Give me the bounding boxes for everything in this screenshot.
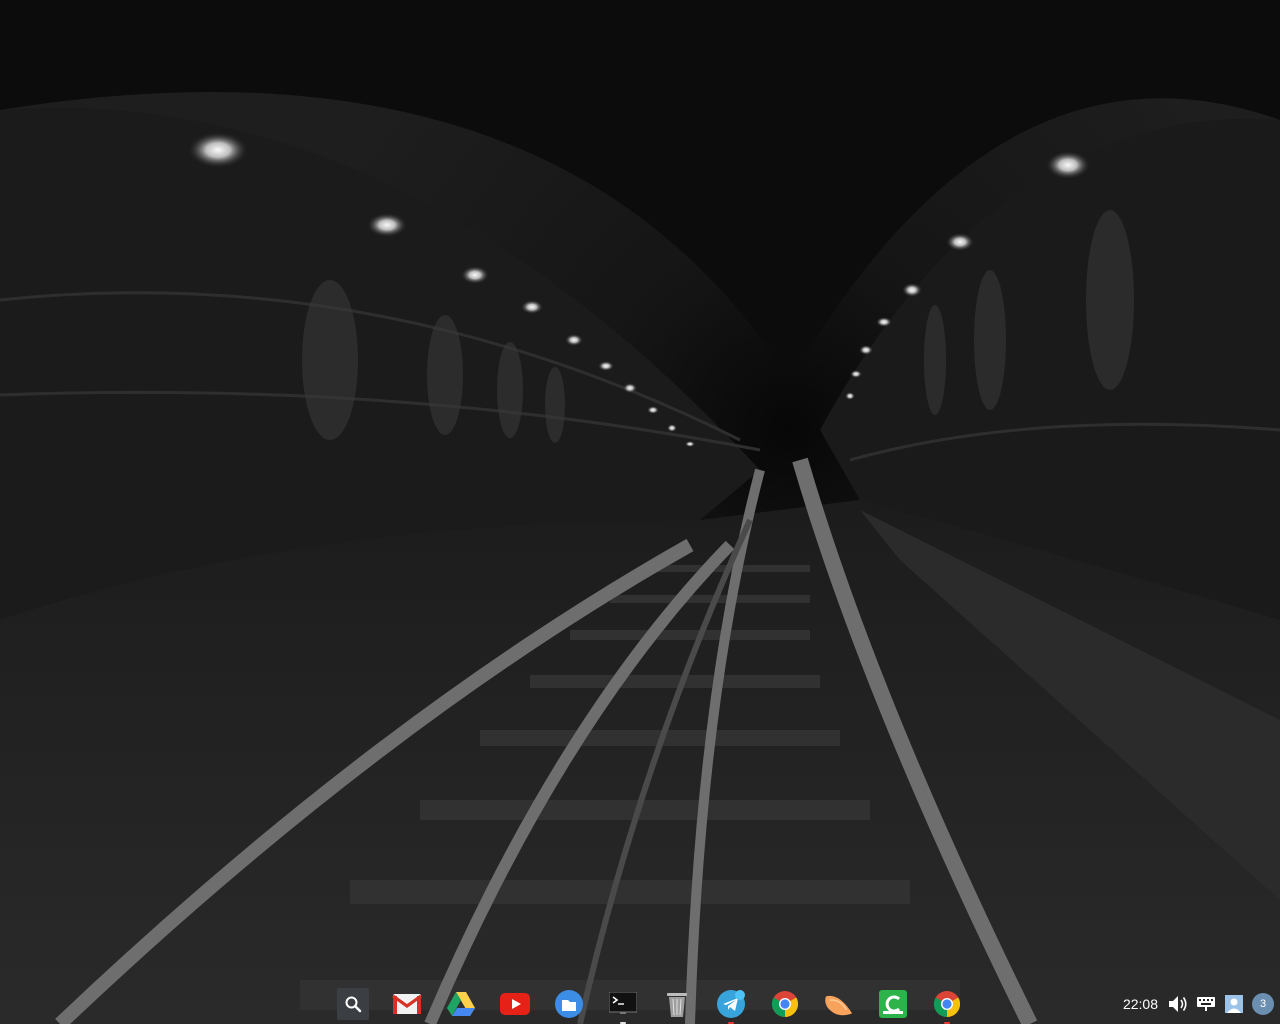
shelf-app-google-drive[interactable]	[434, 987, 488, 1021]
shelf: 22:08 3	[0, 984, 1280, 1024]
search-icon	[337, 988, 369, 1020]
shelf-app-chrome-running[interactable]	[920, 987, 974, 1024]
files-icon	[554, 989, 584, 1019]
shelf-app-tangerine[interactable]	[812, 987, 866, 1021]
clock[interactable]: 22:08	[1123, 996, 1158, 1012]
volume-icon[interactable]	[1168, 994, 1188, 1014]
shelf-app-youtube[interactable]	[488, 987, 542, 1021]
notification-badge[interactable]: 3	[1252, 993, 1274, 1015]
chrome-icon	[932, 989, 962, 1019]
app-launcher-button[interactable]	[326, 987, 380, 1021]
avatar[interactable]	[1224, 994, 1244, 1014]
green-c-icon	[878, 989, 908, 1019]
keyboard-icon[interactable]	[1196, 994, 1216, 1014]
shelf-app-green[interactable]	[866, 987, 920, 1021]
youtube-icon	[500, 989, 530, 1019]
tunnel-illustration	[0, 0, 1280, 1024]
trash-icon	[662, 989, 692, 1019]
shelf-apps	[326, 987, 974, 1024]
desktop-wallpaper	[0, 0, 1280, 1024]
shelf-app-files[interactable]	[542, 987, 596, 1021]
shelf-app-chrome[interactable]	[758, 987, 812, 1021]
shelf-app-telegram[interactable]	[704, 987, 758, 1024]
status-tray[interactable]: 22:08 3	[1123, 988, 1274, 1020]
tangerine-icon	[824, 989, 854, 1019]
shelf-app-trash[interactable]	[650, 987, 704, 1021]
google-drive-icon	[446, 989, 476, 1019]
shelf-app-terminal[interactable]	[596, 987, 650, 1024]
terminal-icon	[608, 989, 638, 1019]
chrome-icon	[770, 989, 800, 1019]
gmail-icon	[392, 989, 422, 1019]
telegram-icon	[716, 989, 746, 1019]
shelf-app-gmail[interactable]	[380, 987, 434, 1021]
